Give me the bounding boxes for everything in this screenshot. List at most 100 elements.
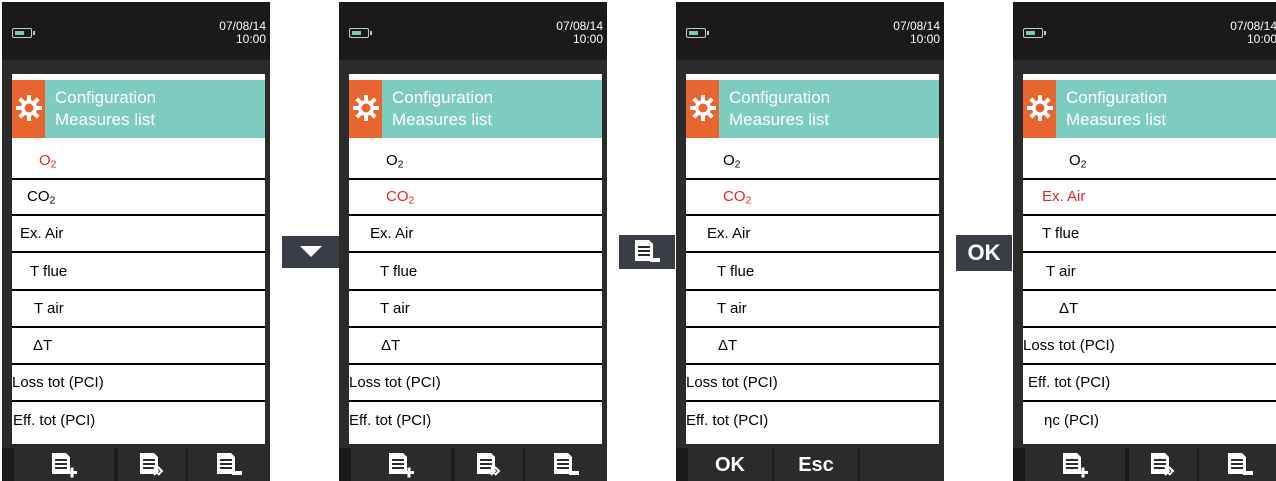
measure-item-label: Loss tot (PCI) [349,374,441,391]
measure-item[interactable]: Ex. Air [1023,178,1276,215]
header-title: Configuration [729,88,831,107]
measure-item-label: Ex. Air [370,225,414,242]
measure-item[interactable]: T flue [1023,215,1276,252]
measure-item-label: O2 [723,152,741,171]
measure-item[interactable]: O2 [12,142,265,179]
header-subtitle: Measures list [392,110,493,129]
measure-item-label: ηc (PCI) [1044,412,1100,429]
status-bar: 07/08/14 10:00 [676,2,944,60]
measure-item[interactable]: O2 [349,142,602,179]
measure-item[interactable]: Ex. Air [12,215,265,252]
battery-icon [1023,28,1046,38]
status-bar: 07/08/14 10:00 [339,2,607,60]
measure-item[interactable]: Ex. Air [349,215,602,252]
measure-item-label: Ex. Air [707,225,751,242]
measure-item-label: O2 [386,152,404,171]
measure-item-label: Loss tot (PCI) [686,374,778,391]
remove-from-list-button[interactable] [525,448,607,481]
remove-from-list-button[interactable] [1199,448,1276,481]
menu-header: Configuration Measures list [1023,80,1276,138]
measure-item[interactable]: T flue [686,253,939,290]
measure-item-label: T flue [717,263,755,280]
measure-item[interactable]: Loss tot (PCI) [12,364,265,401]
measure-item[interactable]: Eff. tot (PCI) [686,402,939,439]
down-arrow-button[interactable] [282,236,340,268]
measure-item[interactable]: Eff. tot (PCI) [12,402,265,439]
move-in-list-button[interactable] [1129,448,1197,481]
measure-item-label: ΔT [1059,300,1079,317]
measure-item[interactable]: T flue [12,253,265,290]
gear-icon [1023,80,1056,138]
remove-key-button[interactable] [619,235,675,269]
measure-item-label: T flue [380,263,418,280]
date-time: 07/08/14 10:00 [556,19,603,46]
add-to-list-button[interactable] [351,448,451,481]
header-title: Configuration [55,88,157,107]
measure-item[interactable]: ΔT [686,327,939,364]
gear-icon [349,80,382,138]
header-subtitle: Measures list [729,110,830,129]
measure-item[interactable]: Loss tot (PCI) [349,364,602,401]
measure-item-label: T air [34,300,64,317]
gear-icon [686,80,719,138]
header-subtitle: Measures list [55,110,156,129]
measure-item-label: T flue [1042,225,1080,242]
measure-item[interactable]: O2 [686,142,939,179]
measure-item[interactable]: Loss tot (PCI) [1023,327,1276,364]
measure-item[interactable]: CO2 [686,178,939,215]
measure-item-label: O2 [1069,152,1087,171]
soft-key-bar [1013,448,1276,481]
move-in-list-button[interactable] [455,448,523,481]
date-time: 07/08/14 10:00 [1230,19,1276,46]
battery-icon [686,28,709,38]
measure-item[interactable]: T air [686,290,939,327]
remove-from-list-button[interactable] [188,448,270,481]
measure-item[interactable]: T air [1023,253,1276,290]
measure-item[interactable]: ΔT [1023,290,1276,327]
header-title: Configuration [1066,88,1168,107]
measure-item[interactable]: Loss tot (PCI) [686,364,939,401]
measure-item[interactable]: Eff. tot (PCI) [349,402,602,439]
move-in-list-button[interactable] [118,448,186,481]
measure-item[interactable]: ΔT [12,327,265,364]
add-to-list-button[interactable] [1025,448,1125,481]
measure-item-label: ΔT [718,337,738,354]
device-screen-3: 07/08/14 10:00 Configuration Measures li… [676,2,944,481]
measure-item[interactable]: T air [349,290,602,327]
down-arrow-icon [300,246,322,257]
measure-item[interactable]: Eff. tot (PCI) [1023,364,1276,401]
measure-item-label: Eff. tot (PCI) [13,412,96,429]
remove-list-icon [632,238,662,271]
measure-item-label: T flue [30,263,68,280]
measure-item-label: T air [1046,263,1076,280]
measure-item[interactable]: CO2 [349,178,602,215]
menu-header: Configuration Measures list [12,80,265,138]
measure-item-label: T air [717,300,747,317]
measure-item[interactable]: CO2 [12,178,265,215]
measure-item-label: CO2 [386,188,415,207]
date-time: 07/08/14 10:00 [893,19,940,46]
date-time: 07/08/14 10:00 [219,19,266,46]
measure-item[interactable]: T flue [349,253,602,290]
soft-key-bar [339,448,607,481]
measure-item[interactable]: O2 [1023,142,1276,179]
soft-key-bar: OK Esc [676,448,944,481]
status-bar: 07/08/14 10:00 [1013,2,1276,60]
screen-content: Configuration Measures list O2 CO2 Ex. Air… [349,74,602,444]
status-bar: 07/08/14 10:00 [2,2,270,60]
measure-item-label: ΔT [33,337,53,354]
measure-item-label: Ex. Air [20,225,64,242]
measure-item-label: Ex. Air [1042,188,1086,205]
measure-item[interactable]: ΔT [349,327,602,364]
battery-icon [12,28,35,38]
measure-item[interactable]: ηc (PCI) [1023,402,1276,439]
ok-button[interactable]: OK [688,448,772,481]
measure-item[interactable]: Ex. Air [686,215,939,252]
esc-button[interactable]: Esc [774,448,858,481]
ok-key-button[interactable]: OK [956,235,1012,271]
add-to-list-button[interactable] [14,448,114,481]
measure-item-label: O2 [39,152,57,171]
measure-item-label: Eff. tot (PCI) [349,412,432,429]
empty-soft-key[interactable] [860,448,944,481]
measure-item[interactable]: T air [12,290,265,327]
